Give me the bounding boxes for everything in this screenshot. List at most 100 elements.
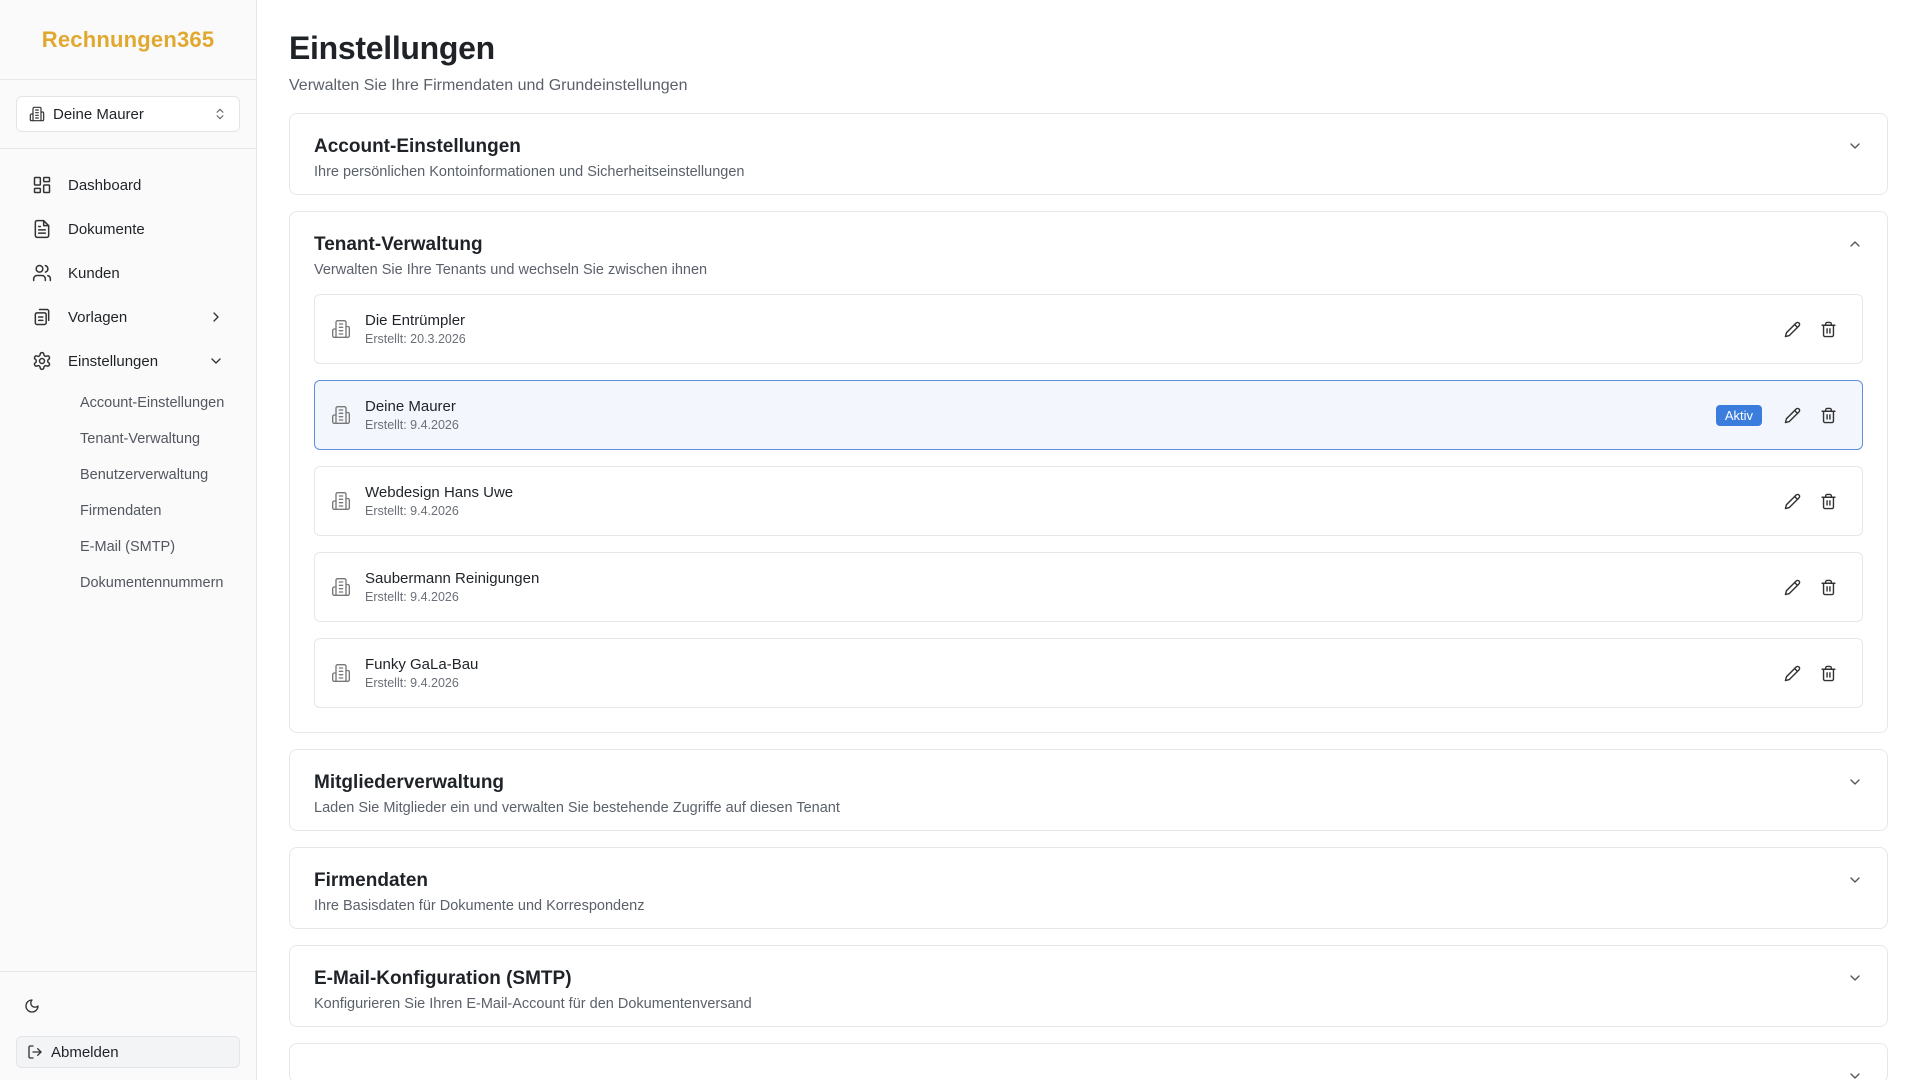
subnav-item-users[interactable]: Benutzerverwaltung <box>64 457 240 493</box>
section-account: Account-Einstellungen Ihre persönlichen … <box>289 113 1888 195</box>
delete-tenant-button[interactable] <box>1810 483 1846 519</box>
subnav-item-tenants[interactable]: Tenant-Verwaltung <box>64 421 240 457</box>
tenant-name: Webdesign Hans Uwe <box>365 484 514 501</box>
trash-icon <box>1820 493 1836 509</box>
section-title: E-Mail-Konfiguration (SMTP) <box>314 968 572 989</box>
trash-icon <box>1820 665 1836 681</box>
chevron-down-icon <box>1847 774 1863 790</box>
tenant-row[interactable]: Webdesign Hans Uwe Erstellt: 9.4.2026 <box>314 466 1863 536</box>
delete-tenant-button[interactable] <box>1810 311 1846 347</box>
sidebar: Rechnungen365 Deine Maurer Dashboard Dok… <box>0 0 257 1080</box>
tenant-name: Deine Maurer <box>365 398 456 415</box>
chevron-right-icon <box>208 309 224 325</box>
section-account-header[interactable]: Account-Einstellungen Ihre persönlichen … <box>290 114 1887 194</box>
section-tenants: Tenant-Verwaltung Verwalten Sie Ihre Ten… <box>289 211 1888 733</box>
section-doc-numbers-partial <box>289 1043 1888 1080</box>
section-title: Mitgliederverwaltung <box>314 772 505 793</box>
section-smtp-header[interactable]: E-Mail-Konfiguration (SMTP) Konfiguriere… <box>290 946 1887 1026</box>
section-members: Mitgliederverwaltung Laden Sie Mitgliede… <box>289 749 1888 831</box>
tenant-created: Erstellt: 20.3.2026 <box>365 332 466 346</box>
delete-tenant-button[interactable] <box>1810 397 1846 433</box>
building-icon <box>331 491 351 511</box>
tenant-created: Erstellt: 9.4.2026 <box>365 504 459 518</box>
section-description: Ihre persönlichen Kontoinformationen und… <box>314 164 745 180</box>
pencil-icon <box>1784 579 1800 595</box>
nav-item-kunden[interactable]: Kunden <box>16 251 240 295</box>
nav-item-einstellungen[interactable]: Einstellungen <box>16 339 240 383</box>
section-title: Tenant-Verwaltung <box>314 234 483 255</box>
tenant-name: Funky GaLa-Bau <box>365 656 479 673</box>
building-icon <box>331 405 351 425</box>
logout-button[interactable]: Abmelden <box>16 1036 240 1068</box>
section-company-header[interactable]: Firmendaten Ihre Basisdaten für Dokument… <box>290 848 1887 928</box>
nav-item-vorlagen[interactable]: Vorlagen <box>16 295 240 339</box>
tenant-switcher-label: Deine Maurer <box>53 105 144 123</box>
nav-item-dashboard[interactable]: Dashboard <box>16 163 240 207</box>
trash-icon <box>1820 321 1836 337</box>
section-smtp: E-Mail-Konfiguration (SMTP) Konfiguriere… <box>289 945 1888 1027</box>
tenant-switcher[interactable]: Deine Maurer <box>16 96 240 132</box>
chevron-down-icon <box>208 353 224 369</box>
users-icon <box>32 263 52 283</box>
section-title: Firmendaten <box>314 870 429 891</box>
tenant-created: Erstellt: 9.4.2026 <box>365 418 459 432</box>
trash-icon <box>1820 407 1836 423</box>
section-members-header[interactable]: Mitgliederverwaltung Laden Sie Mitgliede… <box>290 750 1887 830</box>
tenant-created: Erstellt: 9.4.2026 <box>365 590 459 604</box>
chevron-down-icon <box>1847 970 1863 986</box>
subnav-item-company[interactable]: Firmendaten <box>64 493 240 529</box>
building-icon <box>331 319 351 339</box>
pencil-icon <box>1784 665 1800 681</box>
edit-tenant-button[interactable] <box>1774 569 1810 605</box>
brand-logo[interactable]: Rechnungen365 <box>0 0 256 80</box>
pencil-icon <box>1784 407 1800 423</box>
edit-tenant-button[interactable] <box>1774 655 1810 691</box>
chevron-up-icon <box>1847 236 1863 252</box>
pencil-icon <box>1784 493 1800 509</box>
tenant-row[interactable]: Die Entrümpler Erstellt: 20.3.2026 <box>314 294 1863 364</box>
subnav-item-doc-numbers[interactable]: Dokumentennummern <box>64 565 240 601</box>
tenant-created: Erstellt: 9.4.2026 <box>365 676 459 690</box>
delete-tenant-button[interactable] <box>1810 569 1846 605</box>
logout-label: Abmelden <box>51 1043 119 1061</box>
section-doc-numbers-header[interactable] <box>290 1044 1887 1080</box>
active-badge: Aktiv <box>1715 404 1762 426</box>
templates-icon <box>32 307 52 327</box>
tenant-row[interactable]: Funky GaLa-Bau Erstellt: 9.4.2026 <box>314 638 1863 708</box>
nav-label: Dashboard <box>68 176 142 194</box>
tenant-row-active[interactable]: Deine Maurer Erstellt: 9.4.2026 Aktiv <box>314 380 1863 450</box>
main-nav: Dashboard Dokumente Kunden Vorlagen Eins… <box>0 149 256 601</box>
moon-icon <box>24 998 40 1014</box>
pencil-icon <box>1784 321 1800 337</box>
nav-label: Vorlagen <box>68 308 128 326</box>
logout-icon <box>27 1044 43 1060</box>
building-icon <box>29 106 45 122</box>
tenant-row[interactable]: Saubermann Reinigungen Erstellt: 9.4.202… <box>314 552 1863 622</box>
chevron-down-icon <box>1847 138 1863 154</box>
page-subtitle: Verwalten Sie Ihre Firmendaten und Grund… <box>289 77 688 94</box>
theme-toggle-button[interactable] <box>14 988 50 1024</box>
document-icon <box>32 219 52 239</box>
edit-tenant-button[interactable] <box>1774 483 1810 519</box>
section-company: Firmendaten Ihre Basisdaten für Dokument… <box>289 847 1888 929</box>
nav-label: Dokumente <box>68 220 145 238</box>
delete-tenant-button[interactable] <box>1810 655 1846 691</box>
chevron-down-icon <box>1847 872 1863 888</box>
settings-subnav: Account-Einstellungen Tenant-Verwaltung … <box>16 385 240 601</box>
section-description: Laden Sie Mitglieder ein und verwalten S… <box>314 800 840 816</box>
nav-item-dokumente[interactable]: Dokumente <box>16 207 240 251</box>
trash-icon <box>1820 579 1836 595</box>
edit-tenant-button[interactable] <box>1774 311 1810 347</box>
section-description: Ihre Basisdaten für Dokumente und Korres… <box>314 898 645 914</box>
tenant-list: Die Entrümpler Erstellt: 20.3.2026 Deine… <box>290 292 1887 732</box>
page-title: Einstellungen <box>289 30 495 66</box>
edit-tenant-button[interactable] <box>1774 397 1810 433</box>
building-icon <box>331 577 351 597</box>
section-tenants-header[interactable]: Tenant-Verwaltung Verwalten Sie Ihre Ten… <box>290 212 1887 292</box>
sidebar-footer: Abmelden <box>0 971 256 1080</box>
subnav-item-account[interactable]: Account-Einstellungen <box>64 385 240 421</box>
chevrons-up-down-icon <box>213 106 227 122</box>
subnav-item-smtp[interactable]: E-Mail (SMTP) <box>64 529 240 565</box>
dashboard-icon <box>32 175 52 195</box>
tenant-name: Saubermann Reinigungen <box>365 570 540 587</box>
